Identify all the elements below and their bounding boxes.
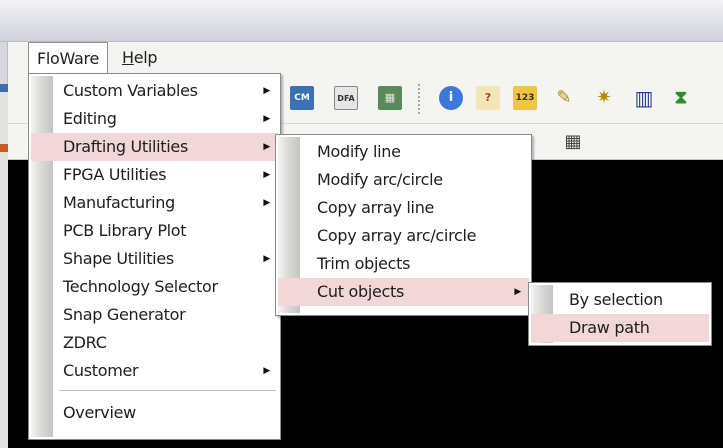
- brush-icon[interactable]: ✎: [552, 86, 576, 110]
- board-icon[interactable]: ▦: [378, 86, 402, 110]
- menu-item-custom-variables[interactable]: Custom Variables ▶: [31, 77, 278, 105]
- menu-separator: [59, 390, 276, 392]
- grid-icon-glyph: ▦: [564, 131, 582, 152]
- submenu-arrow-icon: ▶: [263, 198, 270, 208]
- menu-item-copy-array-arc-circle[interactable]: Copy array arc/circle: [278, 222, 529, 250]
- menu-item-label: Copy array line: [317, 198, 435, 217]
- menu-item-fpga-utilities[interactable]: FPGA Utilities ▶: [31, 161, 278, 189]
- drafting-utilities-submenu: Modify line Modify arc/circle Copy array…: [275, 134, 532, 316]
- window-titlebar: [0, 0, 723, 42]
- grid-icon[interactable]: ▦: [561, 130, 585, 154]
- menu-item-label: Editing: [63, 109, 117, 128]
- menu-item-label: Shape Utilities: [63, 249, 174, 268]
- submenu-arrow-icon: ▶: [263, 254, 270, 264]
- menu-item-label: Manufacturing: [63, 193, 175, 212]
- menu-item-label: Cut objects: [317, 282, 405, 301]
- menu-floware[interactable]: FloWare: [28, 42, 109, 74]
- left-strip-icon[interactable]: [0, 144, 8, 152]
- info-icon[interactable]: i: [439, 86, 463, 110]
- menu-help-rest: elp: [133, 48, 158, 67]
- menu-item-label: Modify arc/circle: [317, 170, 443, 189]
- cut-objects-submenu: By selection Draw path: [528, 282, 712, 346]
- highlight-icon[interactable]: ✷: [592, 86, 616, 110]
- menu-floware-label: FloWare: [37, 49, 100, 68]
- highlight-icon-glyph: ✷: [596, 87, 612, 108]
- menu-item-label: Custom Variables: [63, 81, 198, 100]
- menu-item-label: Draw path: [569, 318, 650, 337]
- submenu-arrow-icon: ▶: [263, 86, 270, 96]
- menu-item-modify-line[interactable]: Modify line: [278, 138, 529, 166]
- menu-item-label: Copy array arc/circle: [317, 226, 477, 245]
- menu-help-mnemonic: H: [122, 48, 134, 67]
- menu-item-label: Technology Selector: [63, 277, 218, 296]
- menu-item-label: Trim objects: [317, 254, 411, 273]
- menu-item-cut-objects[interactable]: Cut objects ▶: [278, 278, 529, 306]
- menu-item-label: FPGA Utilities: [63, 165, 167, 184]
- report-icon-glyph: ?: [484, 91, 492, 104]
- cm-icon-glyph: CM: [294, 93, 310, 103]
- menu-item-overview[interactable]: Overview: [31, 399, 278, 427]
- left-strip-icon[interactable]: [0, 84, 8, 92]
- menu-item-by-selection[interactable]: By selection: [531, 286, 709, 314]
- menu-item-label: Modify line: [317, 142, 401, 161]
- menu-item-modify-arc-circle[interactable]: Modify arc/circle: [278, 166, 529, 194]
- toolbar-separator: [418, 84, 421, 114]
- measure-icon[interactable]: 123: [513, 86, 537, 110]
- hourglass-icon[interactable]: ⧗: [669, 86, 693, 110]
- menu-item-trim-objects[interactable]: Trim objects: [278, 250, 529, 278]
- submenu-arrow-icon: ▶: [263, 114, 270, 124]
- bars-icon[interactable]: ▥: [632, 86, 656, 110]
- report-icon[interactable]: ?: [476, 86, 500, 110]
- measure-icon-glyph: 123: [515, 93, 535, 103]
- hourglass-icon-glyph: ⧗: [674, 87, 688, 108]
- brush-icon-glyph: ✎: [556, 87, 572, 108]
- menu-item-label: PCB Library Plot: [63, 221, 187, 240]
- menu-item-label: By selection: [569, 290, 663, 309]
- menu-item-label: ZDRC: [63, 333, 107, 352]
- submenu-arrow-icon: ▶: [263, 366, 270, 376]
- menu-item-copy-array-line[interactable]: Copy array line: [278, 194, 529, 222]
- dfa-icon-glyph: DFA: [337, 94, 355, 103]
- menu-item-draw-path[interactable]: Draw path: [531, 314, 709, 342]
- floware-menu: Custom Variables ▶ Editing ▶ Drafting Util…: [28, 73, 281, 440]
- menu-item-label: Snap Generator: [63, 305, 186, 324]
- info-icon-glyph: i: [448, 90, 454, 105]
- menu-item-shape-utilities[interactable]: Shape Utilities ▶: [31, 245, 278, 273]
- left-toolbar-strip: [0, 84, 8, 448]
- menu-item-manufacturing[interactable]: Manufacturing ▶: [31, 189, 278, 217]
- menu-item-drafting-utilities[interactable]: Drafting Utilities ▶: [31, 133, 278, 161]
- cm-icon[interactable]: CM: [290, 86, 314, 110]
- menu-item-pcb-library-plot[interactable]: PCB Library Plot: [31, 217, 278, 245]
- menu-item-editing[interactable]: Editing ▶: [31, 105, 278, 133]
- menu-item-customer[interactable]: Customer ▶: [31, 357, 278, 385]
- menubar: FloWare Help: [8, 42, 723, 74]
- menu-item-technology-selector[interactable]: Technology Selector: [31, 273, 278, 301]
- menu-item-snap-generator[interactable]: Snap Generator: [31, 301, 278, 329]
- submenu-arrow-icon: ▶: [263, 142, 270, 152]
- menu-help[interactable]: Help: [114, 42, 165, 74]
- dfa-icon[interactable]: DFA: [334, 86, 358, 110]
- board-icon-glyph: ▦: [384, 91, 396, 104]
- bars-icon-glyph: ▥: [634, 86, 654, 110]
- menu-item-label: Overview: [63, 403, 136, 422]
- submenu-arrow-icon: ▶: [263, 170, 270, 180]
- menu-item-zdrc[interactable]: ZDRC: [31, 329, 278, 357]
- submenu-arrow-icon: ▶: [514, 287, 521, 297]
- menu-item-label: Customer: [63, 361, 139, 380]
- menu-item-label: Drafting Utilities: [63, 137, 188, 156]
